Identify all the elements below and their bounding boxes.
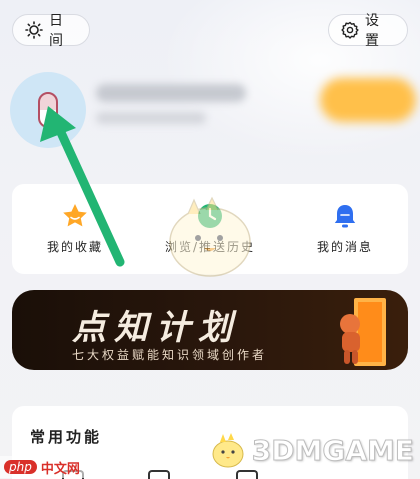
common-functions-title: 常用功能 (30, 428, 103, 446)
bell-icon (334, 205, 356, 228)
capsule-icon (38, 92, 58, 128)
function-icon[interactable] (236, 470, 258, 479)
settings-label: 设置 (365, 13, 383, 49)
settings-button[interactable]: 设置 (328, 13, 408, 49)
history-label: 浏览/推送历史 (164, 240, 256, 254)
username-blurred[interactable] (96, 84, 246, 102)
creator-program-banner[interactable]: 点知计划 七大权益赋能知识领域创作者 (12, 290, 408, 370)
star-icon (63, 204, 87, 227)
avatar[interactable] (10, 72, 86, 148)
day-mode-label: 日间 (49, 13, 67, 49)
day-mode-toggle[interactable]: 日间 (12, 13, 90, 49)
favorites-label: 我的收藏 (46, 240, 103, 254)
sun-icon (25, 21, 43, 39)
favorites-button[interactable]: 我的收藏 (20, 202, 130, 262)
php-watermark: php 中文网 (0, 456, 86, 478)
astronaut-door-illustration (340, 298, 386, 366)
history-button[interactable]: 浏览/推送历史 (155, 202, 265, 262)
chick-logo-icon (212, 433, 244, 468)
profile-page: 日间 设置 我的收藏 浏览/推送历史 我的消息 点知计划 七大权益赋能知识领域创… (0, 0, 420, 479)
messages-label: 我的消息 (316, 240, 373, 254)
banner-title: 点知计划 (72, 308, 240, 348)
php-logo: php (4, 460, 37, 474)
member-badge-blurred[interactable] (320, 78, 416, 122)
messages-button[interactable]: 我的消息 (290, 202, 400, 262)
gear-icon (341, 21, 359, 39)
user-info-blurred (96, 112, 206, 124)
banner-subtitle: 七大权益赋能知识领域创作者 (72, 348, 268, 362)
quick-actions-card: 我的收藏 浏览/推送历史 我的消息 (12, 184, 408, 274)
function-icon[interactable] (148, 470, 170, 479)
history-icon (198, 204, 222, 228)
3dm-watermark: 3DMGAME (208, 430, 415, 470)
3dm-watermark-text: 3DMGAME (251, 433, 414, 467)
php-watermark-text: 中文网 (40, 461, 80, 477)
